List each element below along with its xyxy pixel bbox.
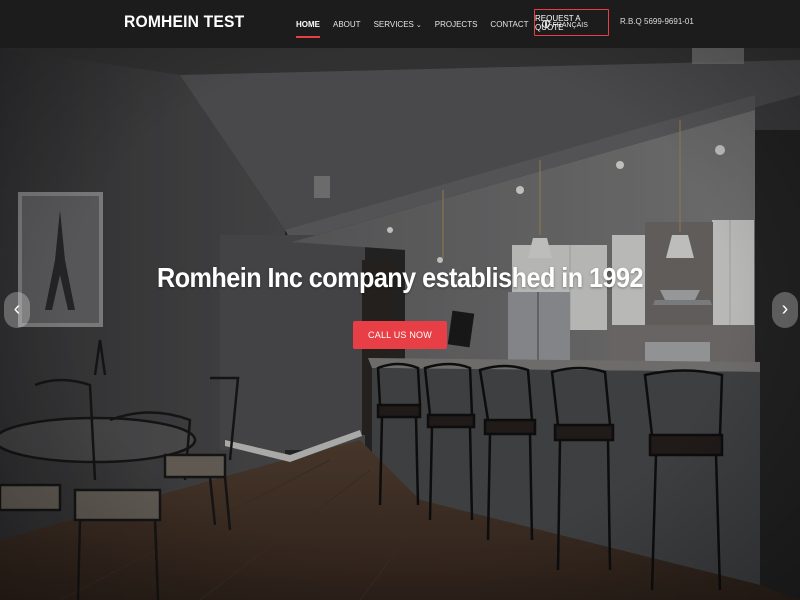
hero-title: Romhein Inc company established in 1992 [157,262,643,293]
license-number: R.B.Q 5699-9691-01 [620,17,694,26]
nav-services[interactable]: SERVICES ⌄ [374,20,422,29]
nav-services-label: SERVICES [373,19,414,29]
nav-projects[interactable]: PROJECTS [435,20,478,29]
nav-home[interactable]: HOME [296,20,320,38]
site-header: ROMHEIN TEST HOME ABOUT SERVICES ⌄ PROJEC… [0,0,800,48]
call-us-now-button[interactable]: CALL US NOW [353,321,447,349]
hero-section: ‹ › Romhein Inc company established in 1… [0,0,800,600]
site-logo[interactable]: ROMHEIN TEST [124,12,244,32]
nav-about[interactable]: ABOUT [333,20,361,29]
chevron-down-icon: ⌄ [415,21,422,29]
nav-contact[interactable]: CONTACT [490,20,528,29]
hero-content: Romhein Inc company established in 1992 … [0,262,800,349]
request-quote-button[interactable]: REQUEST A QUOTE [534,9,609,36]
